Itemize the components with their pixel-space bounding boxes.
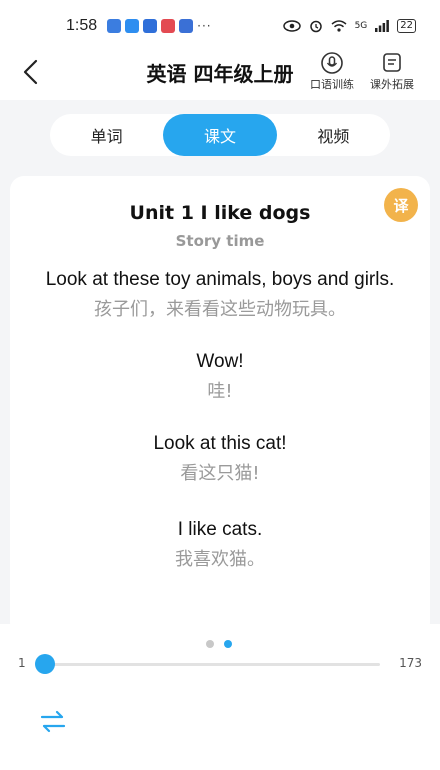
shield-app-icon bbox=[161, 19, 176, 33]
edu-app-icon bbox=[143, 19, 158, 33]
system-indicators: 5G 22 bbox=[282, 19, 416, 33]
text-lines: Look at these toy animals, boys and girl… bbox=[40, 266, 400, 598]
app-header: 英语 四年级上册 口语训练 课外拓展 bbox=[0, 44, 440, 100]
sentence-item[interactable]: Wow! 哇! bbox=[40, 348, 400, 406]
slider-max-label: 173 bbox=[399, 656, 422, 670]
sentence-item[interactable]: Look at these toy animals, boys and girl… bbox=[40, 266, 400, 324]
extension-reading-label: 课外拓展 bbox=[370, 78, 414, 91]
sentence-chinese: 我喜欢猫。 bbox=[175, 549, 265, 570]
page-indicator bbox=[206, 640, 232, 648]
microphone-icon bbox=[321, 52, 343, 74]
tab-video[interactable]: 视频 bbox=[277, 114, 390, 156]
progress-slider[interactable] bbox=[38, 663, 380, 666]
slider-thumb[interactable] bbox=[35, 654, 55, 674]
cloud-app-icon bbox=[125, 19, 140, 33]
eye-icon bbox=[282, 20, 301, 32]
sentence-item[interactable]: I like cats. 我喜欢猫。 bbox=[40, 516, 400, 574]
sentence-item[interactable]: Look at this cat! 看这只猫! bbox=[40, 430, 400, 488]
extension-reading-button[interactable]: 课外拓展 bbox=[370, 52, 414, 92]
sentence-english: Look at these toy animals, boys and girl… bbox=[45, 269, 395, 290]
network-type: 5G bbox=[354, 21, 368, 31]
wifi-icon bbox=[331, 20, 347, 32]
unit-title: Unit 1 I like dogs bbox=[129, 202, 311, 224]
slider-min-label: 1 bbox=[18, 656, 26, 670]
speaking-practice-label: 口语训练 bbox=[310, 78, 354, 91]
tab-text[interactable]: 课文 bbox=[163, 114, 277, 156]
paw-app-icon bbox=[107, 19, 122, 33]
alarm-icon bbox=[309, 20, 322, 33]
lesson-card: 译 Unit 1 I like dogs Story time Look at … bbox=[10, 176, 430, 636]
sentence-english: Look at this cat! bbox=[153, 433, 287, 454]
notification-icons bbox=[107, 19, 194, 33]
sentence-english: I like cats. bbox=[177, 519, 263, 540]
sentence-chinese: 哇! bbox=[207, 381, 233, 402]
book-icon bbox=[383, 53, 401, 72]
sentence-english: Wow! bbox=[196, 351, 244, 372]
more-notifications-icon: ··· bbox=[197, 19, 212, 33]
play-mode-icon[interactable] bbox=[40, 710, 66, 734]
page-dot[interactable] bbox=[206, 640, 214, 648]
player-panel: 1 173 bbox=[0, 624, 440, 770]
sentence-chinese: 看这只猫! bbox=[180, 463, 260, 484]
status-time: 1:58 bbox=[66, 17, 98, 34]
battery-icon: 22 bbox=[397, 19, 416, 33]
speaking-practice-button[interactable]: 口语训练 bbox=[310, 52, 354, 92]
back-button[interactable] bbox=[20, 58, 44, 86]
sentence-chinese: 孩子们，来看看这些动物玩具。 bbox=[94, 299, 346, 320]
page-dot-active[interactable] bbox=[224, 640, 232, 648]
section-title: Story time bbox=[175, 232, 265, 250]
tab-words[interactable]: 单词 bbox=[50, 114, 163, 156]
content-tabs: 单词 课文 视频 bbox=[50, 114, 390, 156]
signal-icon bbox=[375, 20, 390, 32]
bulb-app-icon bbox=[179, 19, 194, 33]
